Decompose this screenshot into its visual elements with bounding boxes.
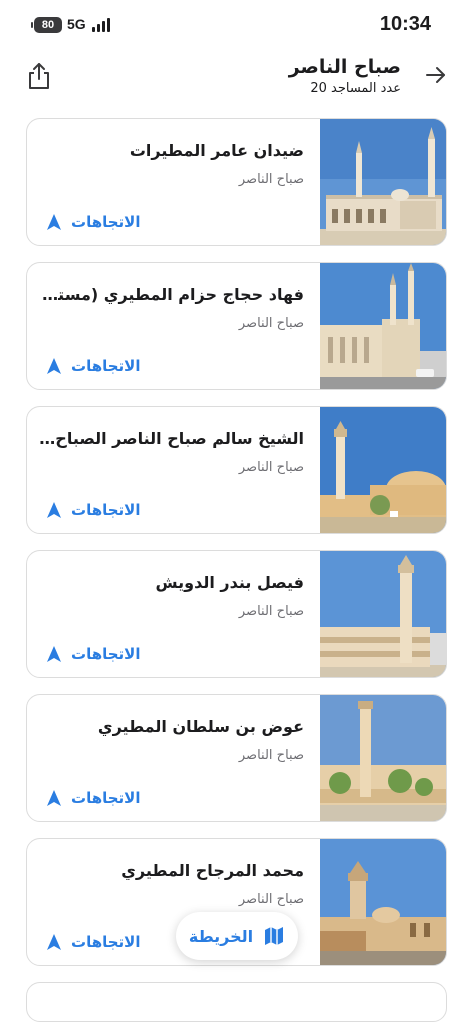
mosque-card[interactable]: الشيخ سالم صباح الناصر الصباح ق٧ صباح ال… (26, 406, 447, 534)
mosque-card[interactable]: عوض بن سلطان المطيري صباح الناصر الاتجاه… (26, 694, 447, 822)
directions-label: الاتجاهات (71, 645, 141, 663)
directions-label: الاتجاهات (71, 789, 141, 807)
status-time: 10:34 (379, 13, 431, 35)
mosque-name: فهاد حجاج حزام المطيري (مستشفى الفروانية… (39, 285, 304, 304)
navigation-arrow-icon (47, 502, 61, 518)
mosque-photo (320, 695, 446, 821)
mosque-name: محمد المرجاح المطيري (121, 861, 304, 880)
directions-button[interactable]: الاتجاهات (45, 499, 141, 521)
mosque-name: عوض بن سلطان المطيري (97, 717, 304, 736)
mosque-area: صباح الناصر (238, 604, 304, 619)
share-icon[interactable] (26, 62, 52, 90)
mosque-area: صباح الناصر (238, 172, 304, 187)
mosque-photo (320, 551, 446, 677)
battery-indicator: 80 (31, 17, 62, 33)
signal-icon (92, 18, 116, 32)
navigation-arrow-icon (47, 934, 61, 950)
navigation-arrow-icon (47, 214, 61, 230)
mosque-card[interactable]: ضيدان عامر المطيرات صباح الناصر الاتجاها… (26, 118, 447, 246)
directions-button[interactable]: الاتجاهات (45, 787, 141, 809)
mosque-card-partial[interactable] (26, 982, 447, 1022)
mosque-area: صباح الناصر (238, 748, 304, 763)
directions-button[interactable]: الاتجاهات (45, 643, 141, 665)
header: صباح الناصر عدد المساجد 20 (0, 52, 473, 104)
navigation-arrow-icon (47, 790, 61, 806)
mosque-area: صباح الناصر (238, 460, 304, 475)
map-button-label: الخريطة (188, 926, 254, 946)
directions-label: الاتجاهات (71, 213, 141, 231)
directions-label: الاتجاهات (71, 501, 141, 519)
navigation-arrow-icon (47, 358, 61, 374)
directions-button[interactable]: الاتجاهات (45, 355, 141, 377)
mosque-area: صباح الناصر (238, 316, 304, 331)
mosque-name: الشيخ سالم صباح الناصر الصباح ق٧ (39, 429, 304, 448)
directions-label: الاتجاهات (71, 933, 141, 951)
mosque-name: فيصل بندر الدويش (155, 573, 305, 592)
status-bar: 80 5G 10:34 (0, 0, 473, 50)
map-button[interactable]: الخريطة (176, 912, 298, 960)
mosque-photo (320, 263, 446, 389)
mosque-count: عدد المساجد 20 (310, 81, 401, 96)
mosque-card[interactable]: فيصل بندر الدويش صباح الناصر الاتجاهات (26, 550, 447, 678)
map-icon (265, 927, 284, 945)
mosque-photo (320, 119, 446, 245)
mosque-card[interactable]: فهاد حجاج حزام المطيري (مستشفى الفروانية… (26, 262, 447, 390)
directions-button[interactable]: الاتجاهات (45, 931, 141, 953)
network-type: 5G (67, 16, 86, 32)
mosque-area: صباح الناصر (238, 892, 304, 907)
navigation-arrow-icon (47, 646, 61, 662)
arrow-right-icon[interactable] (425, 64, 447, 86)
directions-label: الاتجاهات (71, 357, 141, 375)
directions-button[interactable]: الاتجاهات (45, 211, 141, 233)
mosque-photo (320, 407, 446, 533)
page-title: صباح الناصر (288, 56, 401, 78)
mosque-photo (320, 839, 446, 965)
mosque-name: ضيدان عامر المطيرات (129, 141, 304, 160)
